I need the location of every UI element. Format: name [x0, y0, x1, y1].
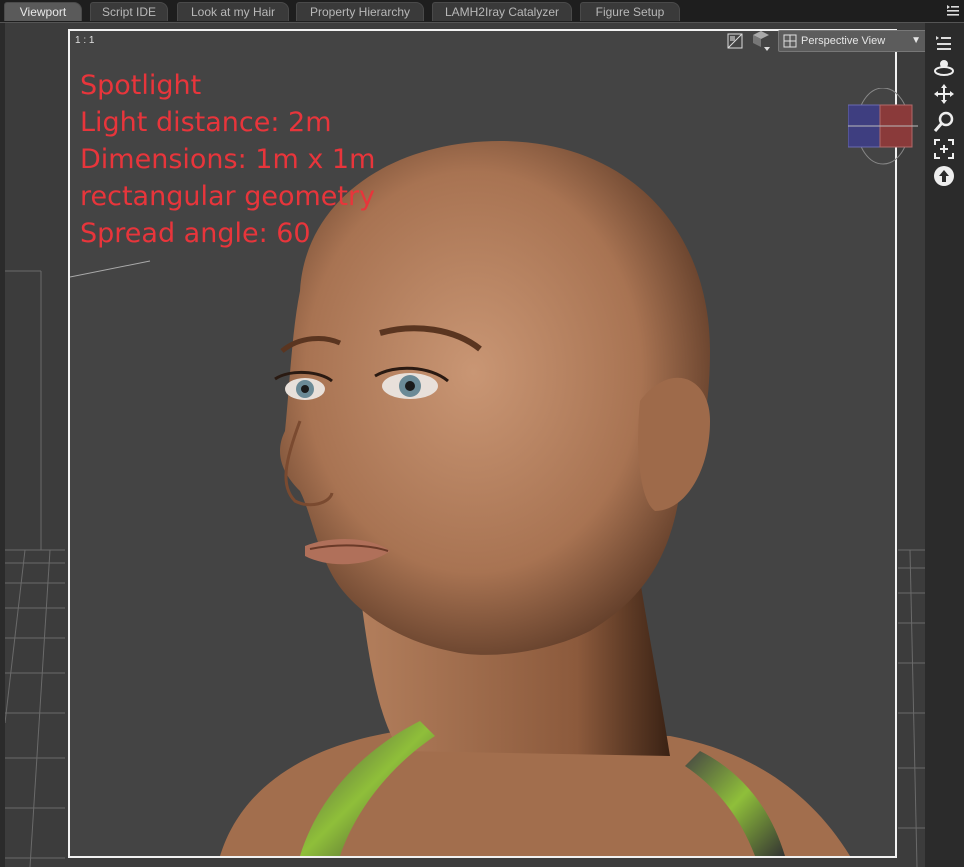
view-select-dropdown[interactable]: Perspective View ▼ [778, 30, 925, 52]
chevron-down-icon: ▼ [911, 35, 921, 46]
reset-view-icon[interactable] [933, 165, 955, 187]
overlay-line-light-type: Spotlight [80, 70, 202, 101]
overlay-line-distance: Light distance: 2m [80, 107, 332, 138]
tab-property-hierarchy[interactable]: Property Hierarchy [296, 2, 424, 21]
frame-icon[interactable] [933, 138, 955, 160]
view-select-label: Perspective View [801, 35, 886, 47]
tab-look-at-my-hair[interactable]: Look at my Hair [177, 2, 289, 21]
tab-figure-setup[interactable]: Figure Setup [580, 2, 680, 21]
zoom-icon[interactable] [933, 111, 955, 133]
overlay-line-geometry: rectangular geometry [80, 181, 376, 212]
right-toolbar [925, 23, 964, 867]
camera-options-icon[interactable] [750, 29, 774, 58]
tab-bar: Viewport Script IDE Look at my Hair Prop… [0, 0, 964, 23]
viewport[interactable]: 1 : 1 Spotlight Light distance: 2m Dimen… [5, 23, 925, 867]
overlay-line-spread: Spread angle: 60 [80, 218, 311, 249]
overlay-line-dimensions: Dimensions: 1m x 1m [80, 144, 376, 175]
view-cube-icon[interactable] [848, 88, 918, 168]
tab-script-ide[interactable]: Script IDE [90, 2, 168, 21]
draw-style-icon[interactable] [727, 33, 743, 54]
tab-menu-icon[interactable] [944, 2, 960, 18]
orbit-icon[interactable] [933, 57, 955, 79]
pan-icon[interactable] [933, 83, 955, 105]
grid-icon [783, 34, 797, 48]
annotation-overlay: Spotlight Light distance: 2m Dimensions:… [80, 67, 375, 252]
tab-menu-icon[interactable] [933, 33, 955, 55]
aspect-ratio-label: 1 : 1 [75, 35, 95, 46]
render-frame: 1 : 1 Spotlight Light distance: 2m Dimen… [68, 29, 897, 858]
tab-lamh2iray-catalyzer[interactable]: LAMH2Iray Catalyzer [432, 2, 572, 21]
tab-viewport[interactable]: Viewport [4, 2, 82, 21]
